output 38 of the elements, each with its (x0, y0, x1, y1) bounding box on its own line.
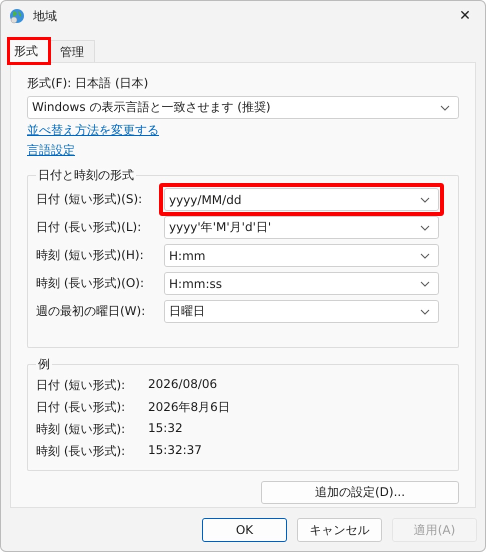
chevron-down-icon (440, 104, 450, 110)
globe-icon (9, 8, 25, 24)
format-dropdown[interactable]: 日曜日 (164, 300, 439, 323)
format-dropdown[interactable]: yyyy'年'M'月'd'日' (164, 216, 439, 239)
chevron-down-icon (420, 252, 430, 258)
example-label: 時刻 (短い形式): (36, 421, 126, 438)
example-value: 15:32 (148, 421, 184, 437)
example-label: 日付 (短い形式): (36, 377, 126, 394)
close-button[interactable]: ✕ (445, 1, 485, 31)
format-dropdown[interactable]: H:mm:ss (164, 272, 439, 295)
chevron-down-icon (420, 196, 430, 202)
window-title: 地域 (33, 8, 58, 24)
dialog-button[interactable]: キャンセル (297, 518, 382, 542)
additional-settings-button[interactable]: 追加の設定(D)... (261, 481, 459, 504)
chevron-down-icon (420, 308, 430, 314)
group-title: 例 (37, 356, 51, 373)
example-label: 時刻 (長い形式): (36, 443, 126, 460)
format-dropdown[interactable]: H:mm (164, 244, 439, 267)
field-label: 時刻 (長い形式)(O): (36, 275, 146, 292)
example-value: 2026年8月6日 (148, 399, 231, 416)
link[interactable]: 言語設定 (27, 142, 75, 159)
tab[interactable]: 形式 (9, 39, 49, 63)
chevron-down-icon (420, 280, 430, 286)
format-dropdown[interactable]: Windows の表示言語と一致させます (推奨) (27, 96, 459, 119)
field-label: 週の最初の曜日(W): (36, 303, 146, 320)
field-label: 日付 (長い形式)(L): (36, 219, 142, 236)
example-label: 日付 (長い形式): (36, 399, 126, 416)
example-value: 2026/08/06 (148, 377, 218, 393)
dialog-button[interactable]: OK (202, 518, 287, 542)
format-label: 形式(F): 日本語 (日本) (27, 75, 150, 92)
example-value: 15:32:37 (148, 443, 203, 459)
format-dropdown[interactable]: yyyy/MM/dd (164, 188, 439, 211)
chevron-down-icon (420, 224, 430, 230)
field-label: 時刻 (短い形式)(H): (36, 247, 145, 264)
tab[interactable]: 管理 (49, 40, 95, 62)
link[interactable]: 並べ替え方法を変更する (27, 122, 159, 139)
field-label: 日付 (短い形式)(S): (36, 191, 144, 208)
group-title: 日付と時刻の形式 (37, 167, 135, 184)
